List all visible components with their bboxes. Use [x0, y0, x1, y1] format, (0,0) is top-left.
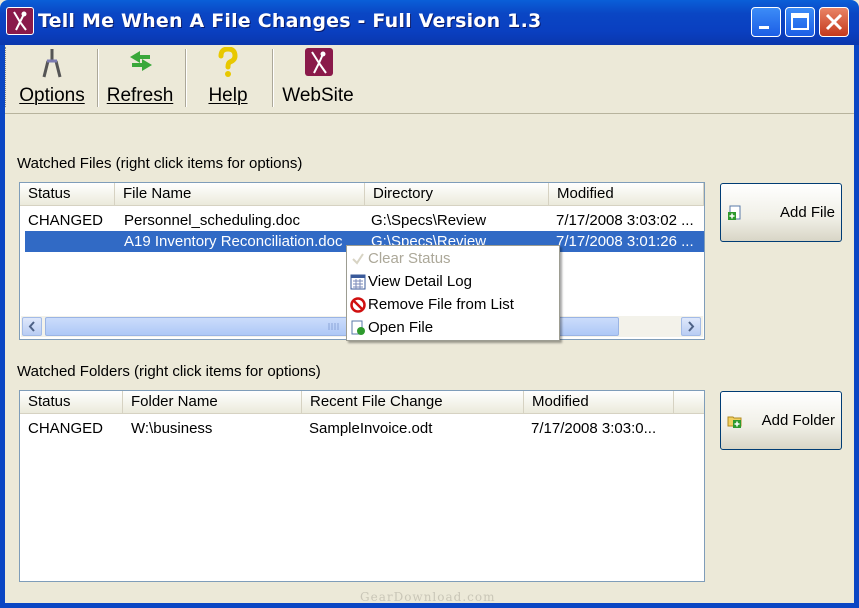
folders-list-header: Status Folder Name Recent File Change Mo… [20, 391, 704, 414]
minimize-button[interactable] [751, 7, 781, 37]
title-bar[interactable]: Tell Me When A File Changes - Full Versi… [0, 0, 859, 45]
menu-item-open-file[interactable]: Open File [347, 316, 559, 339]
row-status [28, 231, 114, 252]
column-recent-file-change[interactable]: Recent File Change [302, 391, 524, 413]
website-icon [305, 48, 333, 76]
folders-list[interactable]: Status Folder Name Recent File Change Mo… [19, 390, 705, 582]
column-modified[interactable]: Modified [524, 391, 674, 413]
help-icon [218, 47, 238, 77]
row-modified: 7/17/2008 3:03:0... [531, 420, 657, 437]
refresh-button[interactable]: Refresh [100, 47, 180, 111]
column-file-name[interactable]: File Name [115, 183, 365, 205]
open-file-icon [351, 320, 365, 335]
menu-item-clear-status[interactable]: Clear Status [347, 247, 559, 270]
window-frame-left [0, 45, 5, 608]
chevron-right-icon [688, 321, 695, 332]
website-button[interactable]: WebSite [276, 47, 360, 111]
row-modified: 7/17/2008 3:01:26 ... [556, 233, 694, 250]
add-folder-button[interactable]: Add Folder [720, 391, 842, 450]
row-file-name: A19 Inventory Reconciliation.doc [124, 233, 343, 250]
help-label: Help [208, 85, 248, 106]
window-title: Tell Me When A File Changes - Full Versi… [38, 10, 542, 32]
chevron-left-icon [28, 321, 35, 332]
website-label: WebSite [282, 85, 354, 106]
options-label: Options [19, 85, 85, 106]
add-file-button[interactable]: Add File [720, 183, 842, 242]
add-file-icon [728, 205, 741, 220]
toolbar-separator [272, 49, 274, 107]
help-button[interactable]: Help [188, 47, 268, 111]
row-folder-name: W:\business [131, 420, 213, 437]
scroll-left-button[interactable] [22, 317, 42, 336]
maximize-button[interactable] [785, 7, 815, 37]
watched-folders-label: Watched Folders (right click items for o… [17, 363, 321, 380]
remove-icon [350, 297, 366, 313]
add-folder-label: Add Folder [761, 412, 835, 429]
watermark: GearDownload.com [360, 590, 496, 604]
toolbar-grip[interactable] [5, 47, 9, 107]
refresh-label: Refresh [106, 85, 174, 106]
menu-item-view-detail-log[interactable]: View Detail Log [347, 270, 559, 293]
row-modified: 7/17/2008 3:03:02 ... [556, 212, 694, 229]
row-status: CHANGED [28, 212, 104, 229]
options-icon [42, 49, 62, 78]
menu-item-label: Remove File from List [368, 296, 514, 313]
menu-item-label: Clear Status [368, 250, 451, 267]
column-folder-name[interactable]: Folder Name [123, 391, 302, 413]
options-button[interactable]: Options [12, 47, 92, 111]
add-folder-icon [727, 416, 742, 428]
table-row[interactable]: CHANGED Personnel_scheduling.doc G:\Spec… [20, 210, 704, 231]
app-icon [6, 7, 34, 35]
table-row[interactable]: CHANGED W:\business SampleInvoice.odt 7/… [20, 418, 704, 439]
toolbar-separator [97, 49, 99, 107]
add-file-label: Add File [779, 204, 835, 221]
column-status[interactable]: Status [20, 183, 115, 205]
row-file-name: Personnel_scheduling.doc [124, 212, 300, 229]
refresh-icon [130, 51, 152, 71]
scroll-right-button[interactable] [681, 317, 701, 336]
menu-item-label: Open File [368, 319, 434, 336]
menu-item-label: View Detail Log [368, 273, 472, 290]
toolbar-separator [185, 49, 187, 107]
column-status[interactable]: Status [20, 391, 123, 413]
window-frame-right [854, 45, 859, 608]
menu-item-remove-file[interactable]: Remove File from List [347, 293, 559, 316]
watched-files-label: Watched Files (right click items for opt… [17, 155, 303, 172]
row-recent-file: SampleInvoice.odt [309, 420, 433, 437]
clear-status-icon [352, 253, 364, 265]
context-menu: Clear Status View Detail Log Remove File… [346, 245, 560, 341]
close-button[interactable] [819, 7, 849, 37]
row-status: CHANGED [28, 420, 104, 437]
column-directory[interactable]: Directory [365, 183, 549, 205]
column-modified[interactable]: Modified [549, 183, 704, 205]
row-directory: G:\Specs\Review [371, 212, 487, 229]
files-list-header: Status File Name Directory Modified [20, 183, 704, 206]
log-icon [350, 274, 366, 290]
